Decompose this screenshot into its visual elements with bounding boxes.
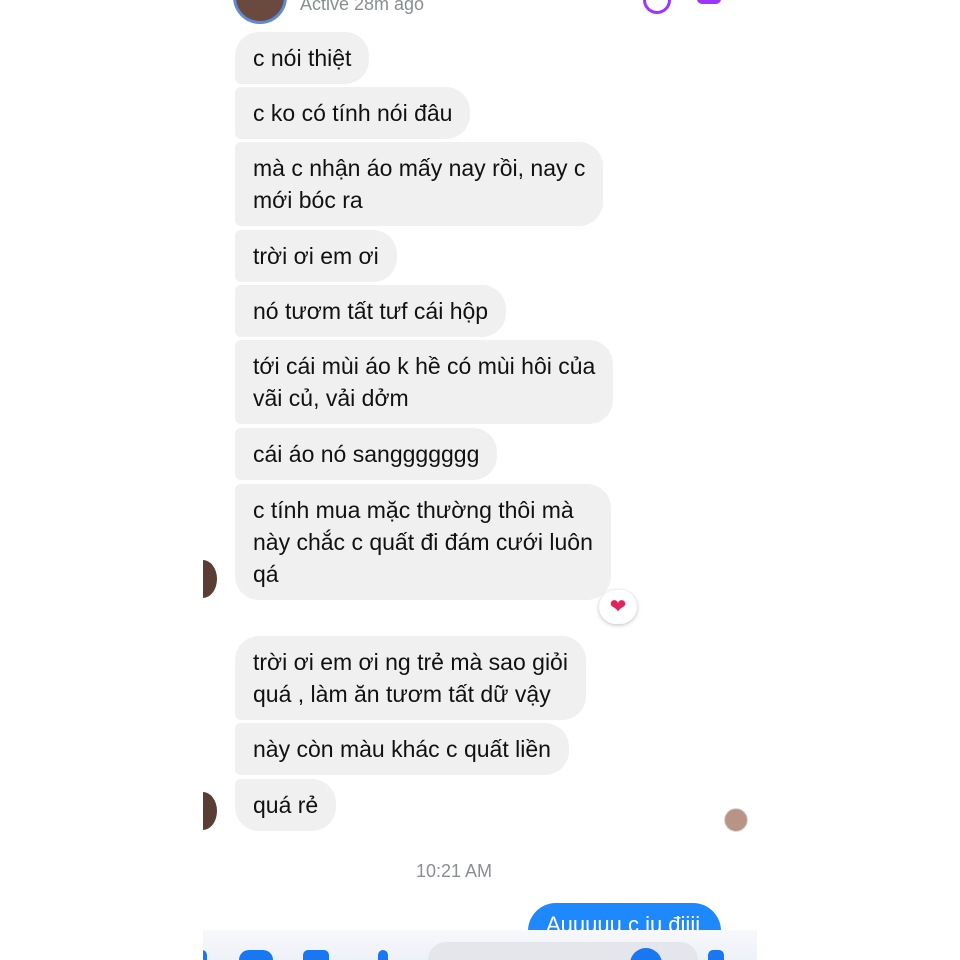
chat-screen: Active 28m ago c nói thiệt c ko có tính …: [203, 0, 757, 960]
sender-avatar[interactable]: [203, 792, 217, 830]
like-icon[interactable]: [708, 950, 724, 960]
seen-receipt-avatar: [724, 808, 748, 832]
message-bubble[interactable]: c tính mua mặc thường thôi mà này chắc c…: [235, 484, 611, 600]
message-bubble[interactable]: nó tươm tất tưf cái hộp: [235, 285, 507, 337]
message-bubble[interactable]: cái áo nó sanggggggg: [235, 428, 498, 480]
message-bubble[interactable]: trời ơi em ơi: [235, 230, 397, 282]
message-timestamp: 10:21 AM: [415, 861, 493, 881]
message-bubble[interactable]: c nói thiệt: [235, 32, 370, 84]
camera-icon[interactable]: [239, 950, 273, 960]
active-status: Active 28m ago: [300, 0, 425, 14]
message-bubble[interactable]: tới cái mùi áo k hề có mùi hôi của vãi c…: [235, 340, 614, 424]
photo-icon[interactable]: [303, 950, 329, 960]
message-bubble[interactable]: mà c nhận áo mấy nay rồi, nay c mới bóc …: [235, 142, 604, 226]
contact-avatar[interactable]: [233, 0, 287, 24]
message-bubble[interactable]: quá rẻ: [235, 779, 337, 831]
microphone-icon[interactable]: [378, 950, 388, 960]
composer-bar: [203, 930, 757, 960]
heart-reaction-icon[interactable]: ❤: [599, 590, 637, 624]
menu-icon[interactable]: [203, 950, 207, 960]
sender-avatar[interactable]: [203, 560, 217, 598]
call-icon[interactable]: [643, 0, 671, 14]
video-call-icon[interactable]: [697, 0, 721, 4]
message-bubble[interactable]: c ko có tính nói đâu: [235, 87, 471, 139]
message-bubble[interactable]: trời ơi em ơi ng trẻ mà sao giỏi quá , l…: [235, 636, 586, 720]
message-bubble[interactable]: này còn màu khác c quất liền: [235, 723, 569, 775]
